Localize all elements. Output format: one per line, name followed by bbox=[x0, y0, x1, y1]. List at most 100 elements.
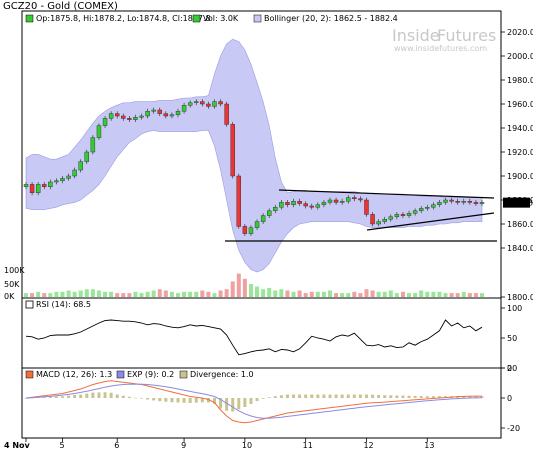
x-axis-label: 4 Nov bbox=[4, 441, 31, 450]
volume-bar bbox=[376, 291, 381, 297]
candle-body bbox=[224, 103, 229, 125]
volume-bar bbox=[449, 293, 454, 297]
volume-bar bbox=[24, 293, 28, 297]
volume-bar bbox=[121, 293, 126, 297]
candle-body bbox=[406, 212, 412, 216]
volume-bar bbox=[370, 290, 375, 297]
divergence-bar bbox=[322, 394, 326, 398]
candle-body bbox=[479, 202, 485, 204]
volume-bar bbox=[346, 293, 351, 297]
divergence-bar bbox=[67, 395, 71, 398]
divergence-bar bbox=[54, 396, 58, 398]
candle-body bbox=[346, 197, 351, 202]
candle-body bbox=[473, 202, 479, 204]
candle-body bbox=[218, 101, 223, 105]
volume-bar bbox=[461, 291, 466, 297]
volume-bar bbox=[315, 291, 320, 297]
candle-body bbox=[315, 204, 321, 208]
watermark-url: www.insidefutures.com bbox=[394, 44, 487, 53]
divergence-bar bbox=[85, 393, 89, 398]
divergence-bar bbox=[188, 398, 192, 404]
divergence-bar bbox=[267, 397, 271, 398]
candle-body bbox=[425, 206, 430, 209]
divergence-bar bbox=[146, 398, 150, 400]
candle-body bbox=[437, 202, 442, 205]
rsi-tick-label: 50 bbox=[507, 334, 517, 343]
candle-body bbox=[181, 104, 187, 112]
divergence-bar bbox=[407, 395, 411, 398]
candle-body bbox=[431, 204, 436, 208]
candle-body bbox=[78, 161, 83, 171]
volume-bar bbox=[78, 290, 83, 297]
candle-body bbox=[127, 118, 132, 120]
x-axis-label: 10 bbox=[242, 441, 252, 450]
volume-bar bbox=[30, 293, 35, 297]
volume-bar bbox=[358, 293, 363, 297]
volume-bar bbox=[224, 289, 229, 297]
candle-body bbox=[309, 205, 314, 208]
volume-bar bbox=[157, 289, 162, 297]
candle-body bbox=[236, 175, 242, 227]
divergence-bar bbox=[152, 398, 156, 401]
divergence-bar bbox=[292, 394, 296, 398]
candle-body bbox=[90, 137, 96, 153]
volume-bar bbox=[242, 278, 247, 297]
divergence-bar bbox=[243, 398, 247, 407]
divergence-bar bbox=[176, 398, 180, 403]
volume-bar bbox=[467, 293, 472, 297]
volume-bar bbox=[407, 293, 412, 297]
volume-bar bbox=[151, 290, 156, 297]
ohlc-legend-text: Op:1875.8, Hi:1878.2, Lo:1874.8, Cl:1877… bbox=[36, 14, 211, 23]
divergence-bar bbox=[140, 398, 144, 399]
divergence-bar bbox=[371, 394, 375, 398]
volume-bar bbox=[473, 293, 478, 297]
volume-legend-text: Vol: 3.0K bbox=[203, 14, 239, 23]
candle-body bbox=[60, 178, 65, 181]
volume-bar bbox=[334, 293, 339, 297]
candle-body bbox=[394, 214, 400, 217]
divergence-bar bbox=[431, 396, 435, 398]
volume-bar bbox=[109, 291, 114, 297]
divergence-bar bbox=[358, 394, 362, 398]
candle-body bbox=[443, 199, 448, 203]
volume-bar bbox=[279, 289, 284, 297]
divergence-bar bbox=[377, 395, 381, 398]
candle-body bbox=[449, 199, 454, 202]
price-tick-label: 2020.0 bbox=[507, 28, 533, 37]
candle-body bbox=[108, 113, 114, 119]
candle-body bbox=[267, 210, 272, 216]
candle-body bbox=[72, 169, 77, 177]
price-tick-label: 1860.0 bbox=[507, 220, 533, 229]
candle-body bbox=[382, 218, 387, 222]
exp-legend-swatch bbox=[116, 370, 125, 379]
volume-bar bbox=[176, 293, 180, 297]
macd-legend-swatch bbox=[25, 370, 34, 379]
divergence-bar bbox=[316, 394, 320, 398]
candle-body bbox=[139, 115, 144, 118]
candle-body bbox=[175, 110, 181, 115]
exp-legend-text: EXP (9): 0.2 bbox=[127, 370, 174, 379]
volume-bar bbox=[425, 291, 430, 297]
volume-bar bbox=[394, 293, 399, 297]
volume-bar bbox=[139, 293, 144, 297]
divergence-bar bbox=[231, 398, 235, 412]
rsi-tick-label: 100 bbox=[507, 304, 522, 313]
volume-bar bbox=[48, 293, 53, 297]
volume-tick-label: 0K bbox=[4, 292, 15, 301]
price-tick-label: 1940.0 bbox=[507, 124, 533, 133]
candle-body bbox=[54, 180, 59, 183]
divergence-bar bbox=[389, 395, 393, 398]
volume-bar bbox=[66, 290, 71, 297]
volume-bar bbox=[236, 273, 241, 297]
volume-bar bbox=[182, 291, 187, 297]
divergence-bar bbox=[352, 394, 356, 398]
watermark-brand-a: Inside bbox=[392, 26, 440, 45]
volume-bar bbox=[267, 287, 272, 297]
divergence-bar bbox=[425, 396, 429, 398]
divergence-bar bbox=[419, 396, 423, 398]
volume-bar bbox=[291, 291, 296, 297]
divergence-bar bbox=[273, 396, 277, 398]
candle-body bbox=[285, 202, 290, 205]
candle-body bbox=[260, 215, 266, 222]
macd-tick-label: -20 bbox=[507, 424, 520, 433]
